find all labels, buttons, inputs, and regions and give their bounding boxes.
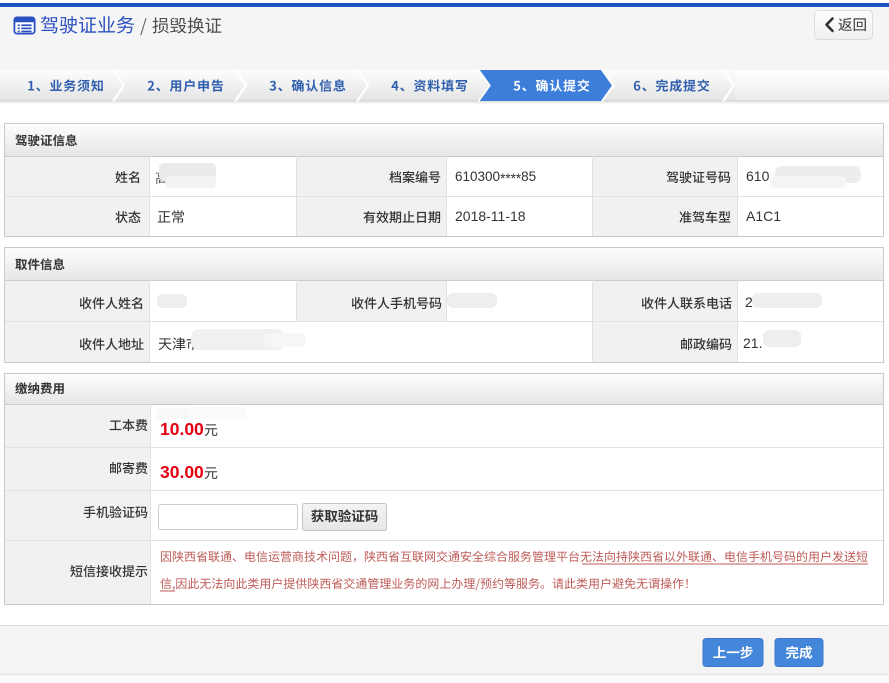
svg-text:A1C1: A1C1 — [746, 208, 781, 224]
svg-text:30.00: 30.00 — [160, 462, 204, 482]
svg-text:610.: 610. — [746, 168, 773, 184]
svg-text:2: 2 — [745, 294, 753, 310]
svg-text:2018-11-18: 2018-11-18 — [455, 208, 526, 224]
svg-text:21.: 21. — [743, 335, 762, 351]
svg-text:10.00: 10.00 — [160, 419, 204, 439]
svg-text:610300****85: 610300****85 — [455, 169, 536, 186]
